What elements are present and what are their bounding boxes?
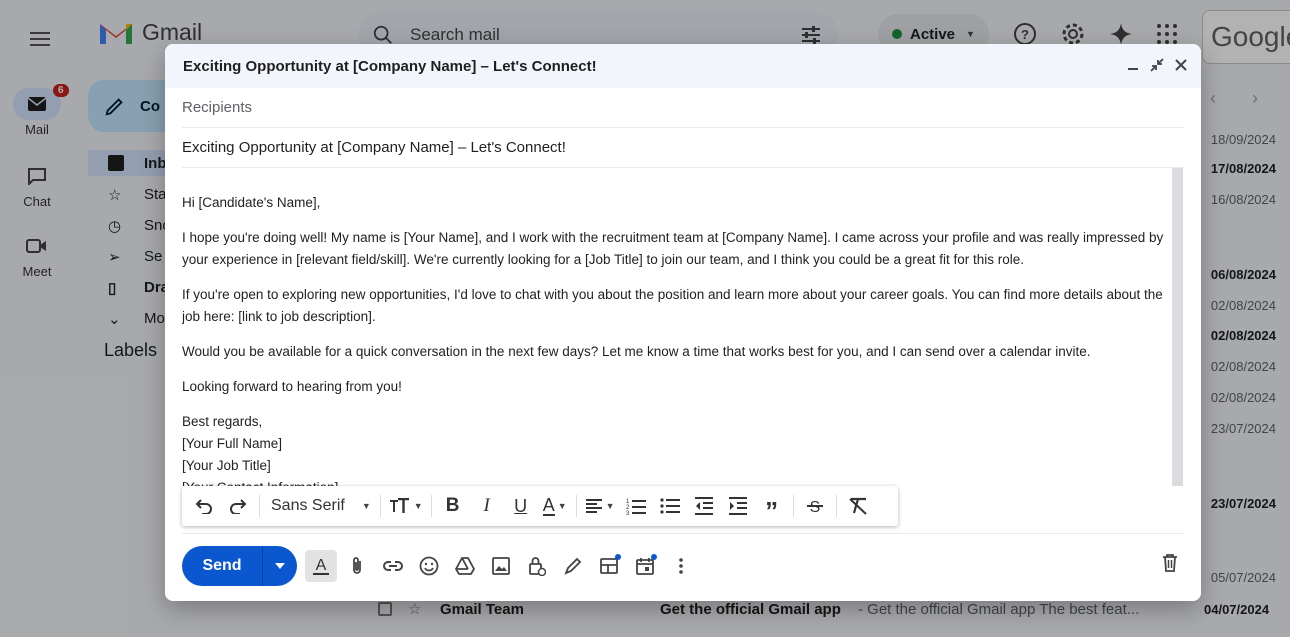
chevron-down-icon: ▼ [605,501,615,511]
send-button[interactable]: Send [182,546,262,586]
align-button[interactable]: ▼ [582,491,618,521]
body-paragraph: If you're open to exploring new opportun… [182,287,1163,324]
toolbar-divider [430,495,432,517]
formatting-toolbar: Sans Serif ▼ ▼ B I U A ▼ ▼ 123 ” [182,486,898,526]
toolbar-divider [835,495,837,517]
subject-field[interactable]: Exciting Opportunity at [Company Name] –… [182,128,1184,168]
underline-icon[interactable]: U [505,491,537,521]
font-size-button[interactable]: ▼ [386,491,426,521]
bold-icon[interactable]: B [437,491,469,521]
subject-input[interactable]: Exciting Opportunity at [Company Name] –… [182,139,566,156]
toolbar-divider [575,495,577,517]
signature-contact: [Your Contact Information] [182,477,1172,486]
message-body-area: Hi [Candidate's Name], I hope you're doi… [165,168,1201,486]
chevron-down-icon: ▼ [361,501,371,511]
insert-photo-icon[interactable] [485,550,517,582]
redo-icon[interactable] [222,491,254,521]
formatting-options-icon[interactable]: A [305,550,337,582]
new-feature-dot [651,554,657,560]
body-scrollbar[interactable] [1172,168,1183,486]
recipients-input[interactable]: Recipients [182,99,252,116]
indent-less-icon[interactable] [688,491,720,521]
schedule-event-icon[interactable] [629,550,661,582]
chevron-down-icon [275,563,285,569]
signature-title: [Your Job Title] [182,458,271,473]
send-button-group: Send [182,546,297,586]
clear-formatting-icon[interactable] [842,491,874,521]
recipients-field[interactable]: Recipients [182,88,1184,128]
body-paragraph: Would you be available for a quick conve… [182,344,1091,359]
compose-header: Exciting Opportunity at [Company Name] –… [165,44,1201,88]
signature-pen-icon[interactable] [557,550,589,582]
chevron-down-icon: ▼ [413,501,423,511]
toolbar-separator [182,533,1184,534]
link-icon[interactable] [377,550,409,582]
discard-draft-icon[interactable] [1162,554,1178,577]
toolbar-divider [792,495,794,517]
compose-dialog: Exciting Opportunity at [Company Name] –… [165,44,1201,601]
body-paragraph: I hope you're doing well! My name is [Yo… [182,230,1164,267]
chevron-down-icon: ▼ [557,501,567,511]
text-color-button[interactable]: A ▼ [539,491,571,521]
compose-actions: Send A [182,546,697,586]
font-family-value: Sans Serif [271,497,345,514]
confidential-mode-icon[interactable] [521,550,553,582]
bulleted-list-icon[interactable] [654,491,686,521]
exit-fullscreen-icon[interactable] [1149,56,1165,74]
indent-more-icon[interactable] [722,491,754,521]
toolbar-divider [379,495,381,517]
svg-text:3: 3 [626,511,630,515]
message-body[interactable]: Hi [Candidate's Name], I hope you're doi… [182,192,1172,486]
undo-icon[interactable] [188,491,220,521]
compose-title: Exciting Opportunity at [Company Name] –… [183,57,597,75]
svg-text:A: A [316,557,327,574]
toolbar-divider [259,495,260,517]
body-signoff: Best regards, [182,414,263,429]
new-feature-dot [615,554,621,560]
compose-tools: A [305,550,697,582]
emoji-icon[interactable] [413,550,445,582]
font-family-select[interactable]: Sans Serif ▼ [265,491,375,521]
attachment-icon[interactable] [341,550,373,582]
body-greeting: Hi [Candidate's Name], [182,195,321,210]
signature-name: [Your Full Name] [182,436,283,451]
close-icon[interactable] [1173,56,1189,74]
send-options-button[interactable] [262,546,297,586]
italic-icon[interactable]: I [471,491,503,521]
minimize-icon[interactable] [1125,56,1141,74]
numbered-list-icon[interactable]: 123 [620,491,652,521]
layouts-icon[interactable] [593,550,625,582]
text-color-icon: A [542,495,555,516]
quote-icon[interactable]: ” [756,491,788,524]
more-options-icon[interactable] [665,550,697,582]
drive-icon[interactable] [449,550,481,582]
window-controls [1125,56,1189,74]
strikethrough-icon[interactable]: S [799,491,831,521]
body-paragraph: Looking forward to hearing from you! [182,379,402,394]
